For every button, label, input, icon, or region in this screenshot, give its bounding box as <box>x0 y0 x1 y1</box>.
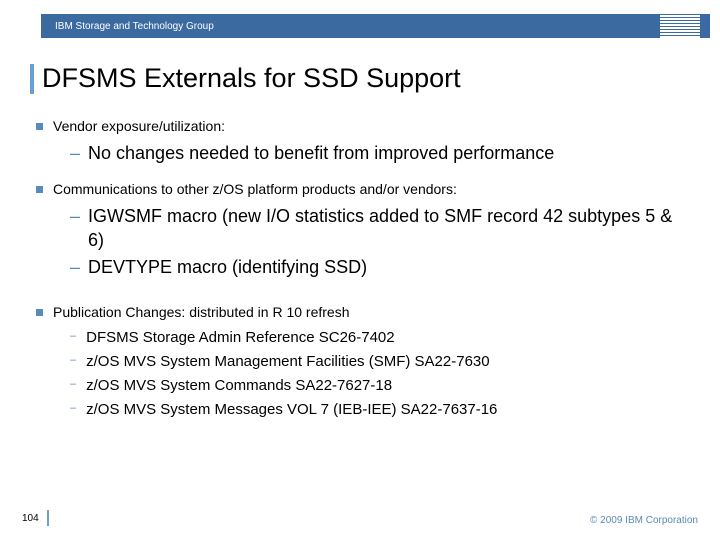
sub-item: – z/OS MVS System Commands SA22-7627-18 <box>70 376 690 396</box>
dash-icon: – <box>70 328 76 345</box>
bullet-item: Vendor exposure/utilization: <box>36 118 690 134</box>
sub-item: – DEVTYPE macro (identifying SSD) <box>70 256 690 279</box>
sub-item: – z/OS MVS System Messages VOL 7 (IEB-IE… <box>70 400 690 420</box>
footer-copyright: © 2009 IBM Corporation <box>590 515 698 526</box>
sub-item: – DFSMS Storage Admin Reference SC26-740… <box>70 328 690 348</box>
header-group-text: IBM Storage and Technology Group <box>55 21 214 32</box>
square-bullet-icon <box>36 123 43 130</box>
ibm-logo-icon <box>660 15 700 38</box>
sub-text: DEVTYPE macro (identifying SSD) <box>88 256 367 279</box>
sub-list: – No changes needed to benefit from impr… <box>70 142 690 165</box>
bullet-item: Communications to other z/OS platform pr… <box>36 181 690 197</box>
dash-icon: – <box>70 376 76 393</box>
sub-list: – DFSMS Storage Admin Reference SC26-740… <box>70 328 690 421</box>
bullet-text: Communications to other z/OS platform pr… <box>53 181 457 197</box>
sub-text: IGWSMF macro (new I/O statistics added t… <box>88 205 690 252</box>
sub-item: – z/OS MVS System Management Facilities … <box>70 352 690 372</box>
sub-item: – IGWSMF macro (new I/O statistics added… <box>70 205 690 252</box>
dash-icon: – <box>70 142 80 165</box>
sub-item: – No changes needed to benefit from impr… <box>70 142 690 165</box>
footer-divider-icon <box>47 510 49 526</box>
dash-icon: – <box>70 205 80 228</box>
content-area: Vendor exposure/utilization: – No change… <box>36 118 690 431</box>
sub-text: z/OS MVS System Management Facilities (S… <box>86 352 489 372</box>
header-bar: IBM Storage and Technology Group <box>41 14 710 38</box>
dash-icon: – <box>70 400 76 417</box>
sub-text: z/OS MVS System Messages VOL 7 (IEB-IEE)… <box>86 400 497 420</box>
dash-icon: – <box>70 352 76 369</box>
square-bullet-icon <box>36 186 43 193</box>
footer-left: 104 <box>22 510 49 526</box>
sub-text: No changes needed to benefit from improv… <box>88 142 554 165</box>
square-bullet-icon <box>36 309 43 316</box>
sub-list: – IGWSMF macro (new I/O statistics added… <box>70 205 690 279</box>
slide: IBM Storage and Technology Group DFSMS E… <box>0 0 720 540</box>
sub-text: DFSMS Storage Admin Reference SC26-7402 <box>86 328 395 348</box>
bullet-text: Vendor exposure/utilization: <box>53 118 225 134</box>
dash-icon: – <box>70 256 80 279</box>
page-title: DFSMS Externals for SSD Support <box>30 64 461 94</box>
sub-text: z/OS MVS System Commands SA22-7627-18 <box>86 376 392 396</box>
bullet-item: Publication Changes: distributed in R 10… <box>36 304 690 320</box>
bullet-text: Publication Changes: distributed in R 10… <box>53 304 350 320</box>
page-number: 104 <box>22 513 39 524</box>
